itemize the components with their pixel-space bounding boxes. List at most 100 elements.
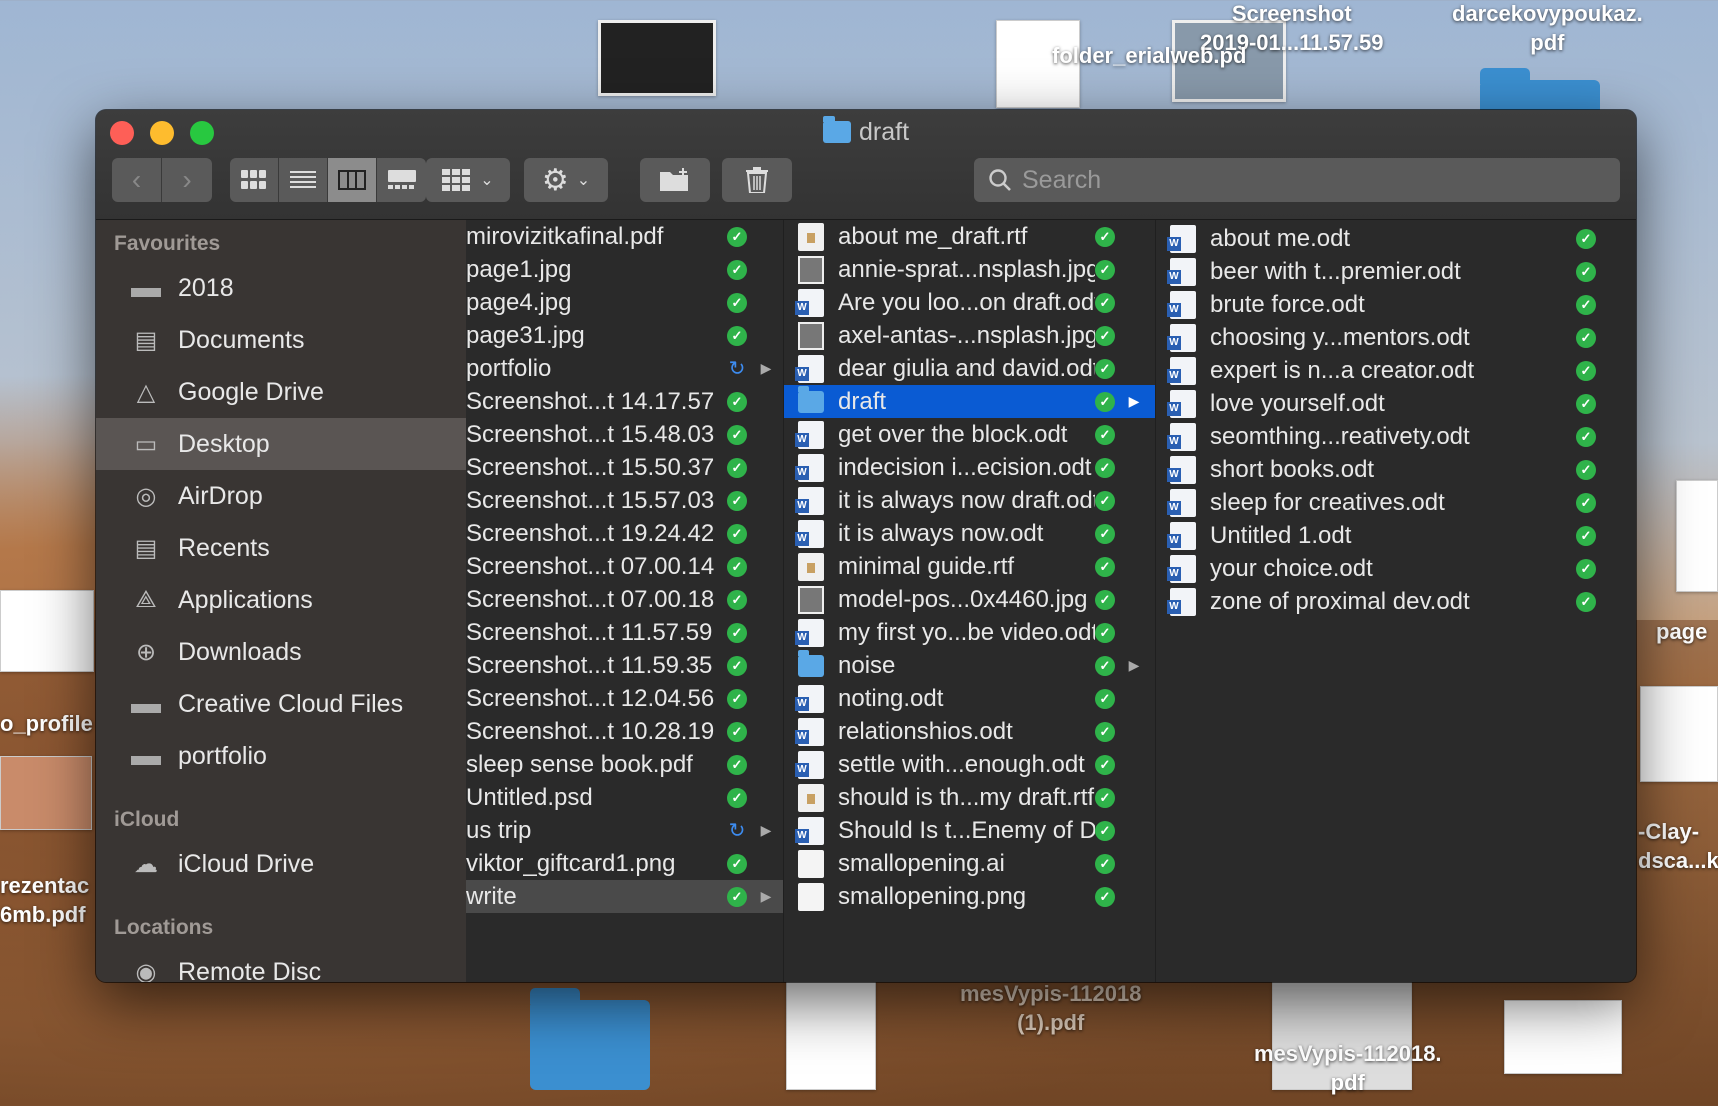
file-row[interactable]: should is th...my draft.rtf ✓ bbox=[784, 781, 1155, 814]
file-row[interactable]: noise ✓ ▶ bbox=[784, 649, 1155, 682]
file-row[interactable]: zone of proximal dev.odt ✓ bbox=[1156, 585, 1636, 618]
file-row[interactable]: Should Is t...Enemy of Do✓ bbox=[784, 814, 1155, 847]
file-row[interactable]: write ✓ ▶ bbox=[466, 880, 783, 913]
file-row[interactable]: draft ✓ ▶ bbox=[784, 385, 1155, 418]
file-row[interactable]: Untitled.psd ✓ bbox=[466, 781, 783, 814]
sidebar-item-icloud-drive[interactable]: ☁ iCloud Drive bbox=[96, 838, 466, 890]
sidebar-item-documents[interactable]: ▤ Documents bbox=[96, 314, 466, 366]
file-row[interactable]: Are you loo...on draft.odt✓ bbox=[784, 286, 1155, 319]
desktop-file-thumbnail[interactable] bbox=[1676, 480, 1718, 592]
file-row[interactable]: seomthing...reativety.odt ✓ bbox=[1156, 420, 1636, 453]
file-row[interactable]: it is always now.odt ✓ bbox=[784, 517, 1155, 550]
sidebar-item-creative-cloud-files[interactable]: ▬ Creative Cloud Files bbox=[96, 678, 466, 730]
file-row[interactable]: settle with...enough.odt ✓ bbox=[784, 748, 1155, 781]
desktop-file-label[interactable]: -Clay- dsca...k bbox=[1638, 818, 1718, 875]
sidebar-item-airdrop[interactable]: ◎ AirDrop bbox=[96, 470, 466, 522]
delete-button[interactable] bbox=[722, 158, 792, 202]
group-by-button[interactable]: ⌄ bbox=[426, 158, 510, 202]
file-row[interactable]: mirovizitkafinal.pdf ✓ bbox=[466, 220, 783, 253]
file-row[interactable]: Screenshot...t 19.24.42 ✓ bbox=[466, 517, 783, 550]
sidebar-item-recents[interactable]: ▤ Recents bbox=[96, 522, 466, 574]
desktop-file-label[interactable]: folder_erialweb.pd bbox=[1052, 42, 1246, 71]
file-row[interactable]: noting.odt ✓ bbox=[784, 682, 1155, 715]
sidebar-item-portfolio[interactable]: ▬ portfolio bbox=[96, 730, 466, 782]
desktop-file-label[interactable]: rezentac 6mb.pdf bbox=[0, 872, 89, 929]
file-row[interactable]: smallopening.png ✓ bbox=[784, 880, 1155, 913]
file-row[interactable]: your choice.odt ✓ bbox=[1156, 552, 1636, 585]
file-row[interactable]: viktor_giftcard1.png ✓ bbox=[466, 847, 783, 880]
file-row[interactable]: about me_draft.rtf ✓ bbox=[784, 220, 1155, 253]
file-name: seomthing...reativety.odt bbox=[1210, 422, 1470, 450]
file-row[interactable]: dear giulia and david.odt✓ bbox=[784, 352, 1155, 385]
check-icon: ✓ bbox=[1095, 292, 1115, 313]
search-field[interactable] bbox=[974, 158, 1620, 202]
desktop-file-thumbnail[interactable] bbox=[786, 980, 876, 1090]
file-row[interactable]: page4.jpg ✓ bbox=[466, 286, 783, 319]
file-row[interactable]: axel-antas-...nsplash.jpg ✓ bbox=[784, 319, 1155, 352]
file-row[interactable]: us trip ↻ ▶ bbox=[466, 814, 783, 847]
file-row[interactable]: Screenshot...t 15.50.37 ✓ bbox=[466, 451, 783, 484]
file-row[interactable]: brute force.odt ✓ bbox=[1156, 288, 1636, 321]
search-input[interactable] bbox=[1022, 165, 1582, 195]
desktop-file-thumbnail[interactable] bbox=[598, 20, 716, 96]
file-row[interactable]: Screenshot...t 12.04.56 ✓ bbox=[466, 682, 783, 715]
desktop-file-label[interactable]: o_profile bbox=[0, 710, 93, 739]
file-row[interactable]: annie-sprat...nsplash.jpg ✓ bbox=[784, 253, 1155, 286]
file-name: Screenshot...t 10.28.19 bbox=[466, 717, 715, 745]
chevron-right-icon: ▶ bbox=[760, 888, 772, 904]
file-row[interactable]: it is always now draft.odt✓ bbox=[784, 484, 1155, 517]
desktop-file-thumbnail[interactable] bbox=[0, 756, 92, 830]
desktop-file-label[interactable]: mesVypis-112018 (1).pdf bbox=[960, 980, 1141, 1037]
desktop-file-label[interactable]: page bbox=[1656, 618, 1707, 647]
file-row[interactable]: Screenshot...t 15.57.03 ✓ bbox=[466, 484, 783, 517]
desktop-file-thumbnail[interactable] bbox=[1640, 686, 1718, 782]
desktop-file-label[interactable]: mesVypis-112018. pdf bbox=[1254, 1040, 1442, 1097]
file-row[interactable]: sleep sense book.pdf ✓ bbox=[466, 748, 783, 781]
sidebar-item-2018[interactable]: ▬ 2018 bbox=[96, 262, 466, 314]
sidebar-item-desktop[interactable]: ▭ Desktop bbox=[96, 418, 466, 470]
file-row[interactable]: Screenshot...t 14.17.57 ✓ bbox=[466, 385, 783, 418]
file-row[interactable]: smallopening.ai ✓ bbox=[784, 847, 1155, 880]
file-row[interactable]: get over the block.odt ✓ bbox=[784, 418, 1155, 451]
file-row[interactable]: Screenshot...t 10.28.19 ✓ bbox=[466, 715, 783, 748]
file-row[interactable]: short books.odt ✓ bbox=[1156, 453, 1636, 486]
file-row[interactable]: Screenshot...t 07.00.18 ✓ bbox=[466, 583, 783, 616]
file-row[interactable]: page31.jpg ✓ bbox=[466, 319, 783, 352]
back-button[interactable]: ‹ bbox=[112, 158, 162, 202]
sidebar-item-google-drive[interactable]: △ Google Drive bbox=[96, 366, 466, 418]
file-row[interactable]: page1.jpg ✓ bbox=[466, 253, 783, 286]
file-name: portfolio bbox=[466, 354, 552, 382]
file-row[interactable]: Screenshot...t 07.00.14 ✓ bbox=[466, 550, 783, 583]
sidebar-item-remote-disc[interactable]: ◉ Remote Disc bbox=[96, 946, 466, 983]
column-view-button[interactable] bbox=[328, 158, 377, 202]
gallery-view-button[interactable] bbox=[377, 158, 426, 202]
file-row[interactable]: minimal guide.rtf ✓ bbox=[784, 550, 1155, 583]
file-name: beer with t...premier.odt bbox=[1210, 257, 1461, 285]
file-row[interactable]: sleep for creatives.odt ✓ bbox=[1156, 486, 1636, 519]
file-row[interactable]: Screenshot...t 15.48.03 ✓ bbox=[466, 418, 783, 451]
sidebar-item-applications[interactable]: ⟁ Applications bbox=[96, 574, 466, 626]
file-row[interactable]: Screenshot...t 11.57.59 ✓ bbox=[466, 616, 783, 649]
file-row[interactable]: my first yo...be video.odt✓ bbox=[784, 616, 1155, 649]
file-row[interactable]: choosing y...mentors.odt ✓ bbox=[1156, 321, 1636, 354]
desktop-file-thumbnail[interactable] bbox=[1504, 1000, 1622, 1074]
action-button[interactable]: ⚙ ⌄ bbox=[524, 158, 608, 202]
file-row[interactable]: expert is n...a creator.odt ✓ bbox=[1156, 354, 1636, 387]
forward-button[interactable]: › bbox=[162, 158, 212, 202]
desktop-file-thumbnail[interactable] bbox=[0, 590, 94, 672]
desktop-folder-icon[interactable] bbox=[530, 988, 650, 1090]
file-row[interactable]: Screenshot...t 11.59.35 ✓ bbox=[466, 649, 783, 682]
file-row[interactable]: about me.odt ✓ bbox=[1156, 222, 1636, 255]
file-row[interactable]: Untitled 1.odt ✓ bbox=[1156, 519, 1636, 552]
sidebar-item-downloads[interactable]: ⊕ Downloads bbox=[96, 626, 466, 678]
file-row[interactable]: model-pos...0x4460.jpg ✓ bbox=[784, 583, 1155, 616]
icon-view-button[interactable] bbox=[230, 158, 279, 202]
file-row[interactable]: indecision i...ecision.odt✓ bbox=[784, 451, 1155, 484]
file-row[interactable]: portfolio ↻ ▶ bbox=[466, 352, 783, 385]
file-row[interactable]: relationshios.odt ✓ bbox=[784, 715, 1155, 748]
file-row[interactable]: beer with t...premier.odt ✓ bbox=[1156, 255, 1636, 288]
list-view-button[interactable] bbox=[279, 158, 328, 202]
new-folder-button[interactable] bbox=[640, 158, 710, 202]
file-row[interactable]: love yourself.odt ✓ bbox=[1156, 387, 1636, 420]
desktop-file-label[interactable]: darcekovypoukaz. pdf bbox=[1452, 0, 1643, 57]
